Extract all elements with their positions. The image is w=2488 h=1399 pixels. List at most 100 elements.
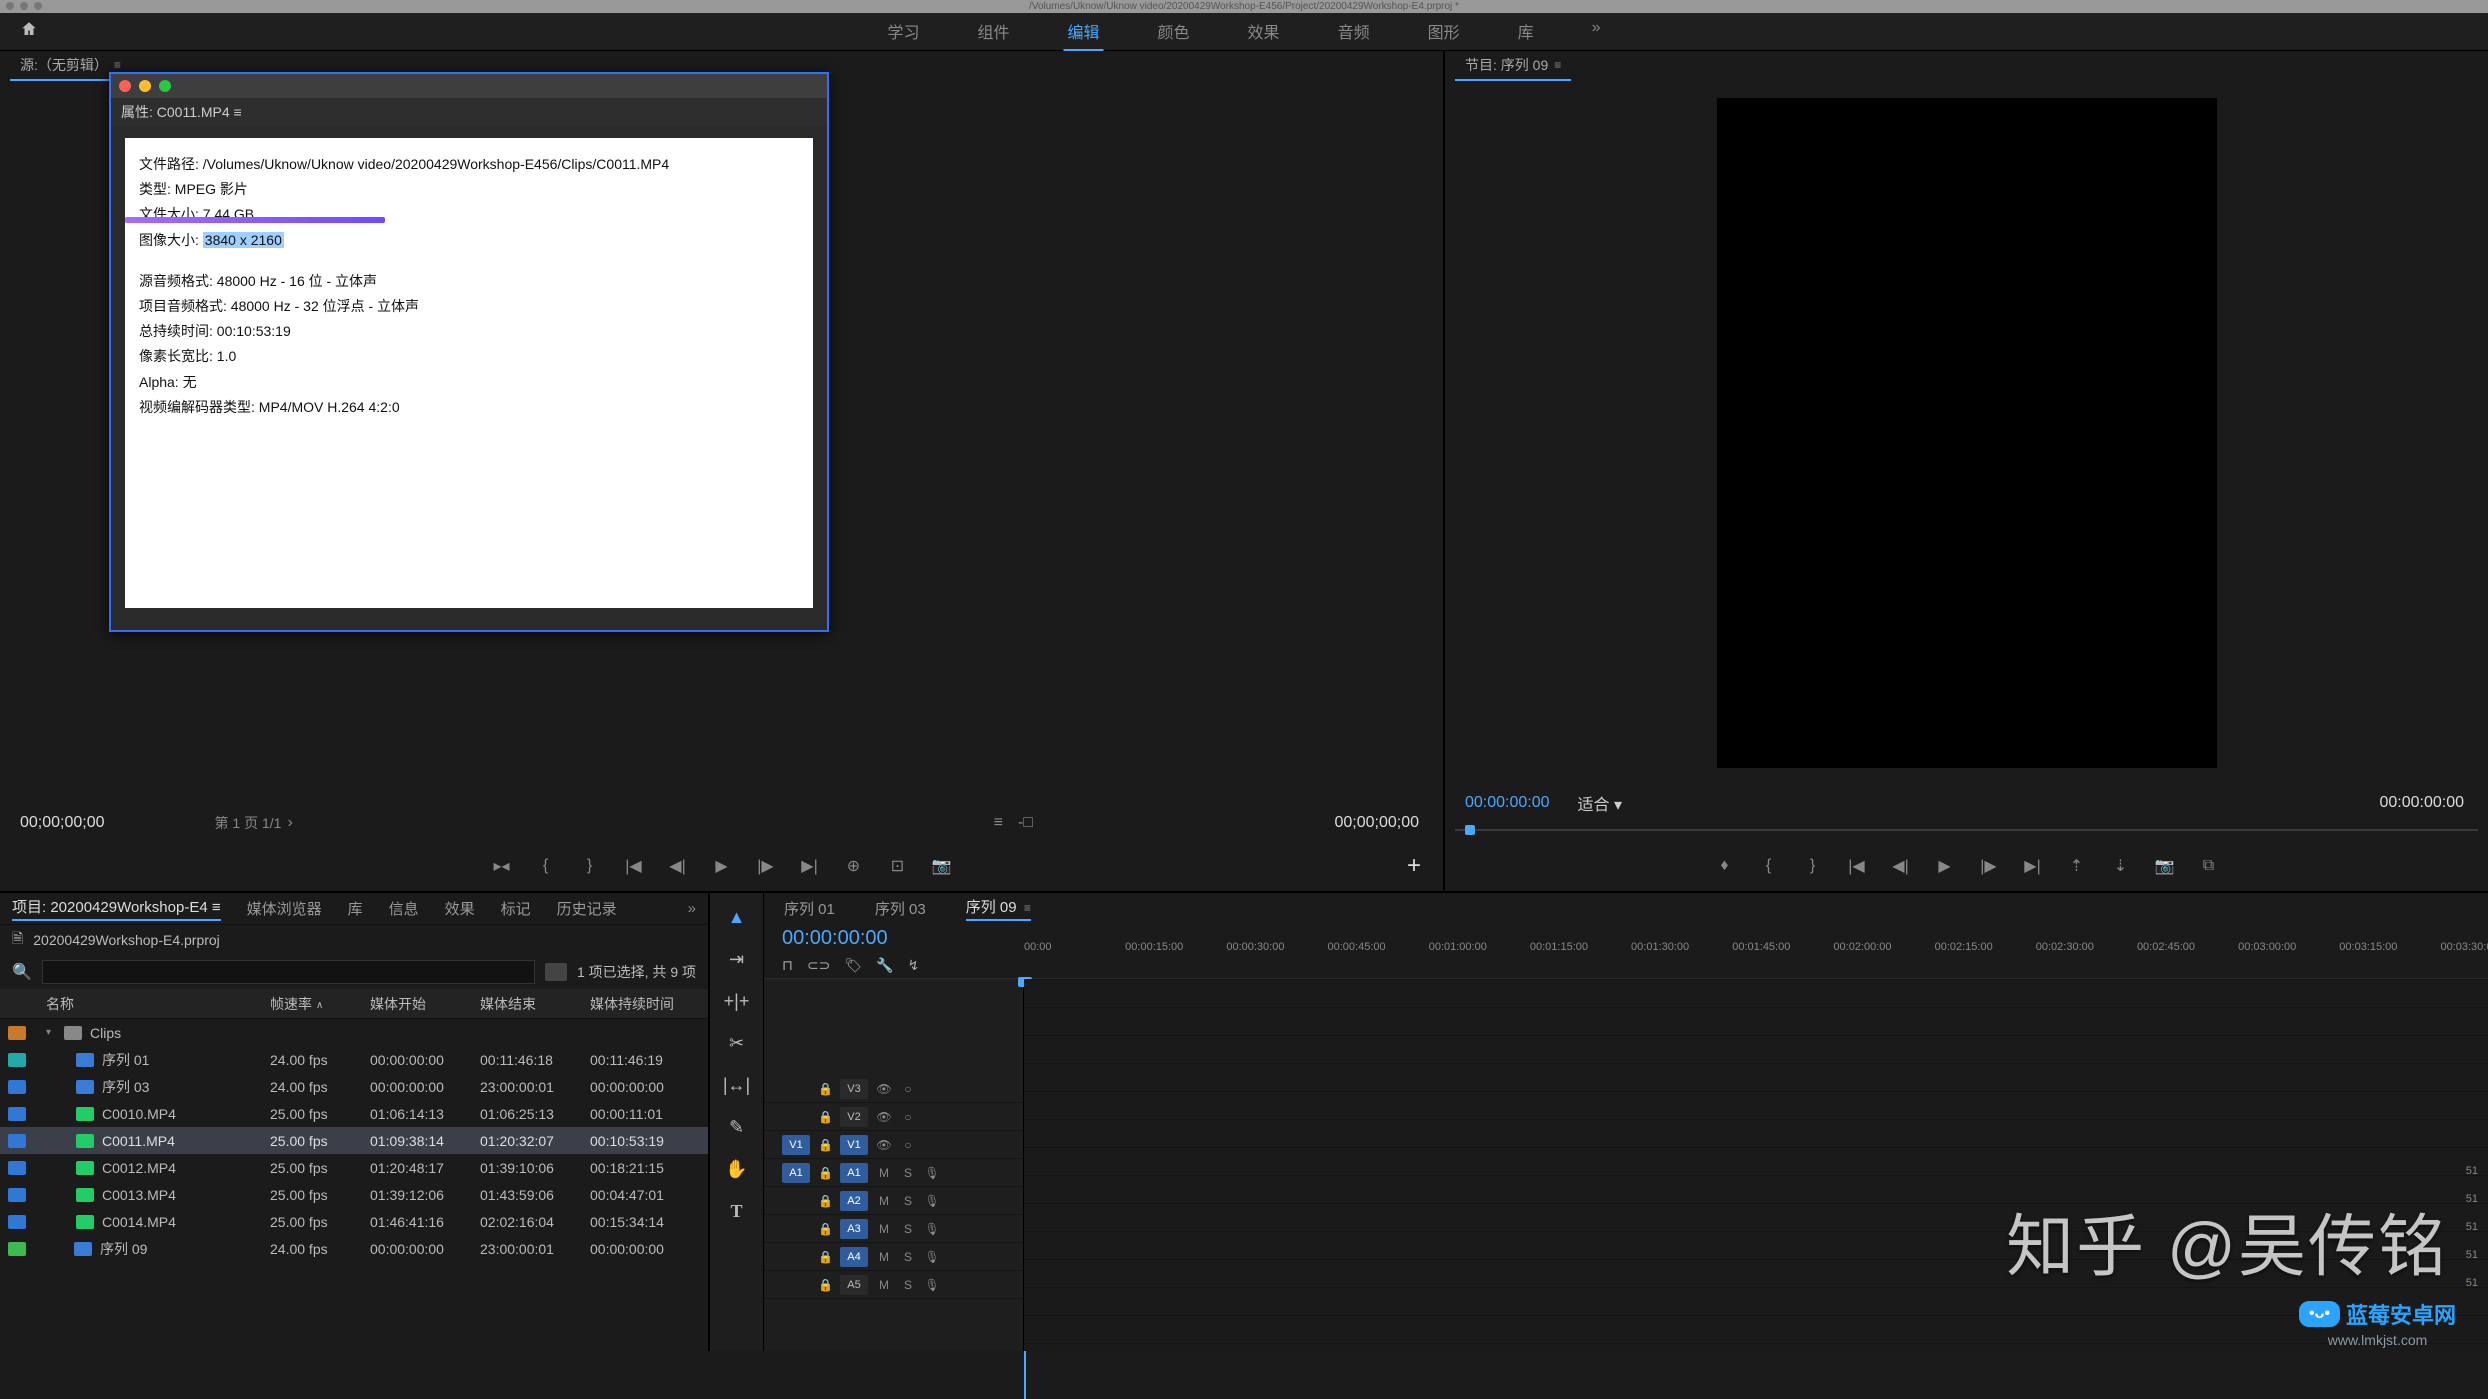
prop-min-icon[interactable] <box>139 80 151 92</box>
close-dot[interactable] <box>6 2 14 10</box>
mic-icon[interactable]: 🎙 <box>924 1166 940 1180</box>
zoom-dot[interactable] <box>34 2 42 10</box>
bin-icon[interactable] <box>545 963 567 981</box>
mark-out-button[interactable]: { <box>534 857 558 875</box>
track-area[interactable]: 5151515151 <box>1024 979 2488 1351</box>
timeline-timecode[interactable]: 00:00:00:00 <box>782 927 888 950</box>
toggle-sync-icon[interactable]: ○ <box>900 1110 916 1124</box>
workspace-graphics[interactable]: 图形 <box>1424 13 1464 51</box>
toggle-output-icon[interactable]: M <box>876 1166 892 1180</box>
prop-zoom-icon[interactable] <box>159 80 171 92</box>
source-list-icon[interactable]: ≡ <box>994 814 1003 832</box>
program-tab[interactable]: 节目: 序列 09 ≡ <box>1455 51 1571 81</box>
audio-track-header[interactable]: 🔒 A5 M S 🎙 <box>764 1271 1023 1299</box>
tab-media-browser[interactable]: 媒体浏览器 <box>247 898 322 919</box>
mark-in-button[interactable]: ▸◂ <box>490 856 514 876</box>
project-row[interactable]: 序列 09 24.00 fps 00:00:00:00 23:00:00:01 … <box>0 1235 708 1262</box>
col-name[interactable]: 名称 <box>40 994 270 1014</box>
video-track-header[interactable]: V1 🔒 V1 👁 ○ <box>764 1131 1023 1159</box>
tabs-overflow-icon[interactable]: » <box>688 900 696 917</box>
workspace-audio[interactable]: 音频 <box>1334 13 1374 51</box>
source-patch[interactable]: A1 <box>782 1163 810 1183</box>
slip-tool[interactable]: |↔| <box>722 1071 752 1099</box>
track-target[interactable]: A1 <box>840 1163 868 1183</box>
program-left-timecode[interactable]: 00:00:00:00 <box>1465 794 1550 812</box>
program-viewer[interactable] <box>1445 81 2488 785</box>
type-tool[interactable]: T <box>722 1197 752 1225</box>
workspace-assembly[interactable]: 组件 <box>974 13 1014 51</box>
mark-out-prog-button[interactable]: } <box>1801 857 1825 875</box>
mic-icon[interactable]: 🎙 <box>924 1250 940 1264</box>
home-icon[interactable] <box>20 20 38 43</box>
source-grid-icon[interactable]: -□ <box>1018 814 1033 832</box>
program-scrubber[interactable] <box>1455 821 2478 841</box>
ripple-tool[interactable]: +|+ <box>722 987 752 1015</box>
go-in-button[interactable]: |◀ <box>622 856 646 876</box>
source-patch[interactable] <box>782 1219 810 1239</box>
col-framerate[interactable]: 帧速率∧ <box>270 994 370 1014</box>
step-fwd-prog-button[interactable]: |▶ <box>1977 856 2001 876</box>
insert-button[interactable]: ⊕ <box>842 856 866 876</box>
prop-close-icon[interactable] <box>119 80 131 92</box>
caret-down-icon[interactable]: ▾ <box>46 1027 56 1038</box>
source-patch[interactable] <box>782 1247 810 1267</box>
timeline-tab-seq03[interactable]: 序列 03 <box>875 898 926 919</box>
toggle-output-icon[interactable]: 👁 <box>876 1138 892 1152</box>
audio-track-header[interactable]: 🔒 A3 M S 🎙 <box>764 1215 1023 1243</box>
workspace-libraries[interactable]: 库 <box>1514 13 1538 51</box>
source-patch[interactable] <box>782 1191 810 1211</box>
timeline-tab-seq09[interactable]: 序列 09 ≡ <box>966 896 1031 921</box>
compare-button[interactable]: ⧉ <box>2197 857 2221 875</box>
marker-icon[interactable]: 🏷 <box>844 957 862 974</box>
toggle-sync-icon[interactable]: S <box>900 1250 916 1264</box>
project-row[interactable]: 序列 01 24.00 fps 00:00:00:00 00:11:46:18 … <box>0 1046 708 1073</box>
mic-icon[interactable]: 🎙 <box>924 1194 940 1208</box>
add-button-icon[interactable]: + <box>1407 852 1421 880</box>
prop-tab[interactable]: 属性: C0011.MP4 ≡ <box>121 102 242 122</box>
audio-track-header[interactable]: A1 🔒 A1 M S 🎙 <box>764 1159 1023 1187</box>
step-fwd-button[interactable]: |▶ <box>754 856 778 876</box>
track-target[interactable]: V2 <box>840 1107 868 1127</box>
source-tab-menu-icon[interactable]: ≡ <box>114 58 121 72</box>
mic-icon[interactable]: 🎙 <box>924 1278 940 1292</box>
program-right-timecode[interactable]: 00:00:00:00 <box>2379 794 2464 812</box>
lock-icon[interactable]: 🔒 <box>818 1250 832 1264</box>
scrubber-playhead[interactable] <box>1465 825 1475 835</box>
minimize-dot[interactable] <box>20 2 28 10</box>
go-out-prog-button[interactable]: ▶| <box>2021 856 2045 876</box>
source-patch[interactable] <box>782 1275 810 1295</box>
track-target[interactable]: V3 <box>840 1079 868 1099</box>
project-row[interactable]: C0014.MP4 25.00 fps 01:46:41:16 02:02:16… <box>0 1208 708 1235</box>
snap-icon[interactable]: ⊓ <box>782 957 793 974</box>
hand-tool[interactable]: ✋ <box>722 1155 752 1183</box>
timeline-tab-seq01[interactable]: 序列 01 <box>784 898 835 919</box>
go-out-button[interactable]: ▶| <box>798 856 822 876</box>
add-marker-button[interactable]: ♦ <box>1713 857 1737 875</box>
source-left-timecode[interactable]: 00;00;00;00 <box>20 814 105 832</box>
col-duration[interactable]: 媒体持续时间 <box>590 994 700 1014</box>
col-media-start[interactable]: 媒体开始 <box>370 994 480 1014</box>
lock-icon[interactable]: 🔒 <box>818 1166 832 1180</box>
audio-track-header[interactable]: 🔒 A4 M S 🎙 <box>764 1243 1023 1271</box>
toggle-output-icon[interactable]: 👁 <box>876 1082 892 1096</box>
link-icon[interactable]: ⊂⊃ <box>807 957 830 974</box>
workspace-color[interactable]: 颜色 <box>1154 13 1194 51</box>
prop-titlebar[interactable] <box>111 74 827 98</box>
project-row[interactable]: C0011.MP4 25.00 fps 01:09:38:14 01:20:32… <box>0 1127 708 1154</box>
lock-icon[interactable]: 🔒 <box>818 1278 832 1292</box>
program-tab-menu-icon[interactable]: ≡ <box>1554 58 1561 72</box>
project-search-input[interactable] <box>42 960 535 984</box>
project-row[interactable]: 序列 03 24.00 fps 00:00:00:00 23:00:00:01 … <box>0 1073 708 1100</box>
mark-clip-button[interactable]: } <box>578 857 602 875</box>
mark-in-prog-button[interactable]: { <box>1757 857 1781 875</box>
properties-window[interactable]: 属性: C0011.MP4 ≡ 文件路径: /Volumes/Uknow/Ukn… <box>109 72 829 632</box>
export-frame-prog-button[interactable]: 📷 <box>2153 856 2177 876</box>
source-right-timecode[interactable]: 00;00;00;00 <box>1334 814 1419 832</box>
tab-history[interactable]: 历史记录 <box>557 898 617 919</box>
workspace-learn[interactable]: 学习 <box>883 13 923 51</box>
pen-tool[interactable]: ✎ <box>722 1113 752 1141</box>
tab-libraries[interactable]: 库 <box>348 898 363 919</box>
source-patch[interactable] <box>782 1107 810 1127</box>
workspace-effects[interactable]: 效果 <box>1244 13 1284 51</box>
export-frame-button[interactable]: 📷 <box>930 856 954 876</box>
